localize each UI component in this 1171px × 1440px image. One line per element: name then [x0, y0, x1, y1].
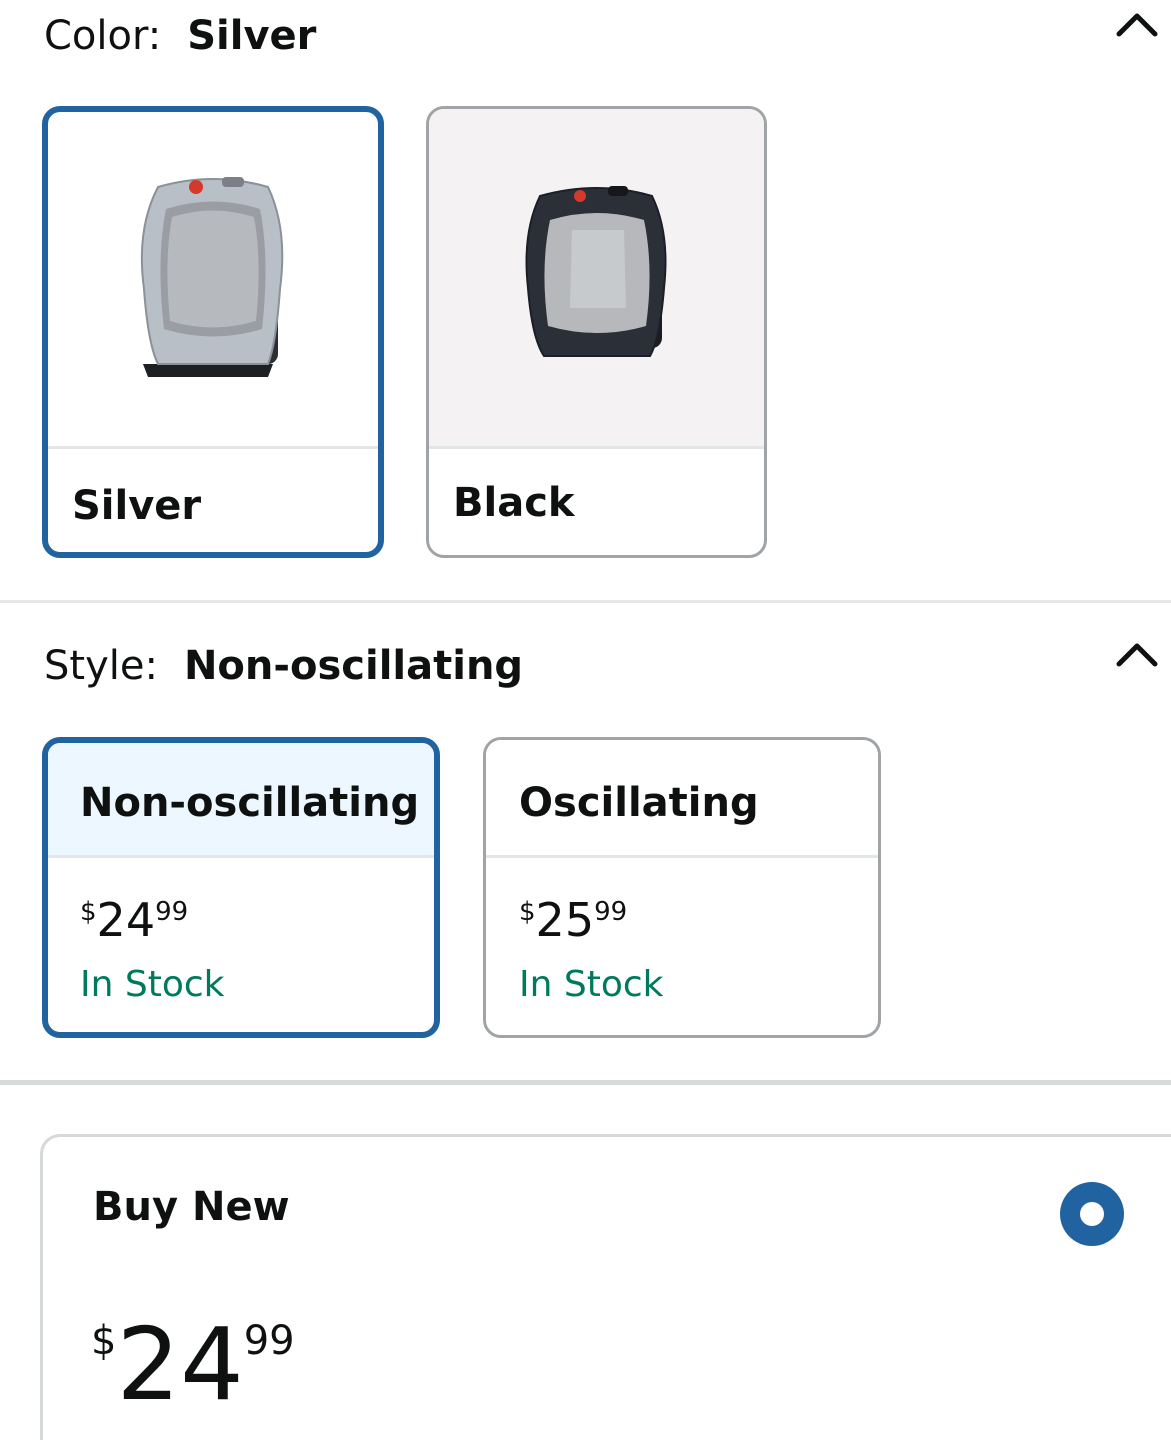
buy-new-title: Buy New — [93, 1184, 290, 1230]
silver-heater-image — [48, 112, 378, 446]
style-key-label: Style: — [44, 643, 158, 689]
style-selected-value: Non-oscillating — [183, 643, 524, 689]
section-divider — [0, 600, 1171, 603]
swatch-label-black: Black — [453, 480, 575, 526]
style-option-price: $2599 — [519, 893, 628, 947]
color-swatch-black[interactable]: Black — [426, 106, 767, 558]
section-divider — [0, 1080, 1171, 1085]
swatch-label-silver: Silver — [72, 483, 202, 529]
color-selected-value: Silver — [187, 13, 317, 59]
style-option-label: Non-oscillating — [80, 780, 420, 826]
black-heater-image — [429, 109, 764, 446]
availability-text: In Stock — [80, 964, 225, 1005]
style-option-non-oscillating[interactable]: Non-oscillating $2499 In Stock — [42, 737, 440, 1038]
radio-selected-dot — [1080, 1202, 1104, 1226]
chevron-up-icon[interactable] — [1115, 638, 1159, 668]
color-section-label: Color: Silver — [44, 16, 316, 56]
buy-new-price: $2499 — [91, 1306, 295, 1423]
buy-new-radio[interactable] — [1060, 1182, 1124, 1246]
style-section-label: Style: Non-oscillating — [44, 646, 523, 686]
buy-new-card[interactable]: Buy New $2499 — [40, 1134, 1171, 1440]
style-option-label: Oscillating — [519, 780, 759, 826]
style-option-oscillating[interactable]: Oscillating $2599 In Stock — [483, 737, 881, 1038]
color-swatch-silver[interactable]: Silver — [42, 106, 384, 558]
availability-text: In Stock — [519, 964, 664, 1005]
color-key-label: Color: — [44, 13, 162, 59]
chevron-up-icon[interactable] — [1115, 8, 1159, 38]
style-option-price: $2499 — [80, 893, 189, 947]
